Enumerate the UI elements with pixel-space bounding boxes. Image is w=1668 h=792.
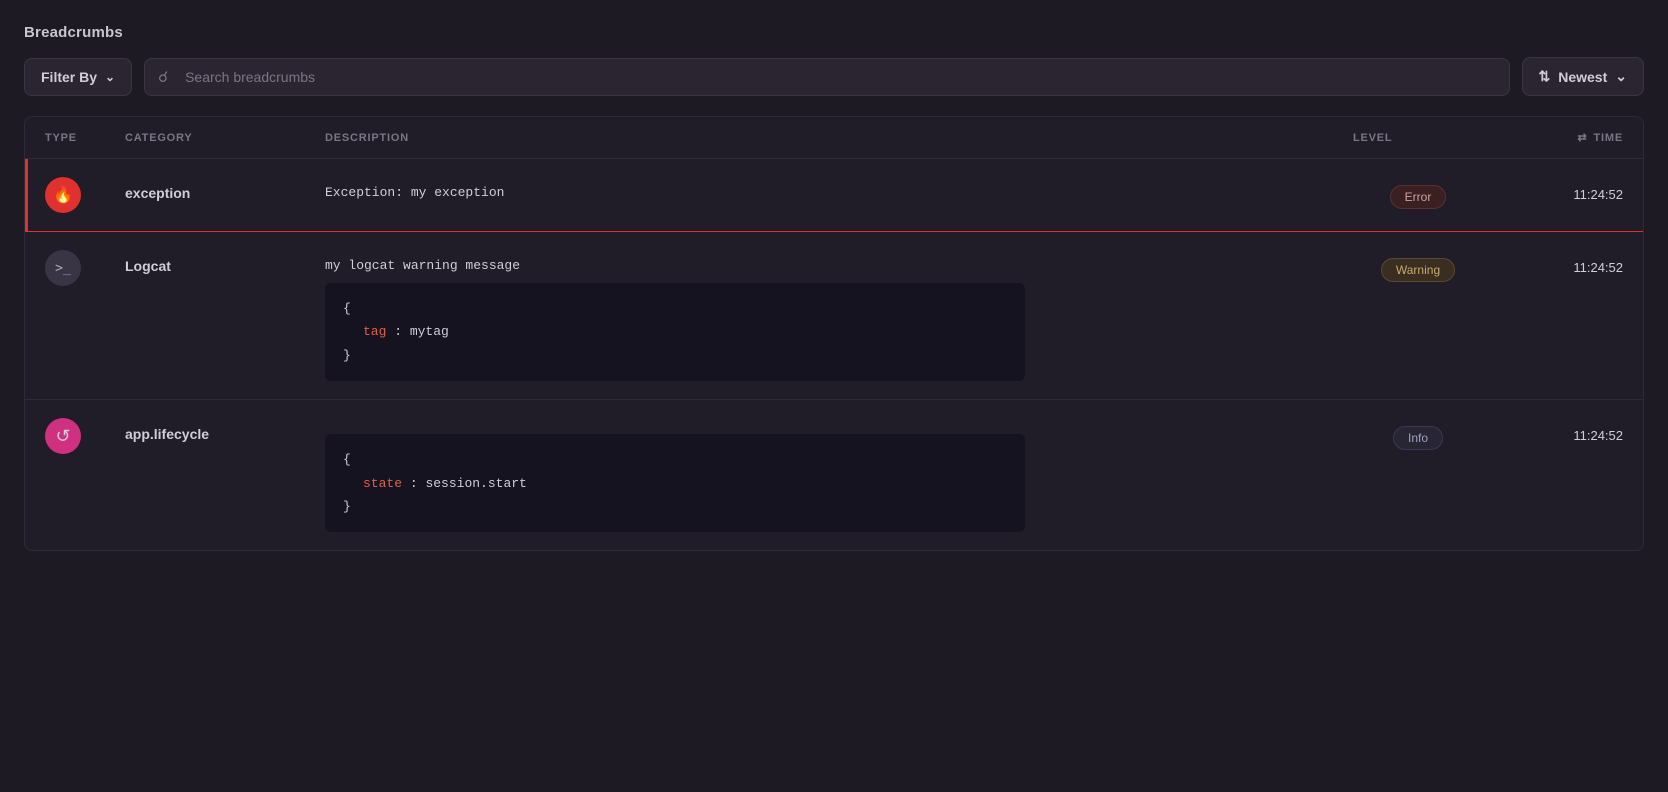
type-cell: >_ — [45, 250, 125, 286]
search-input[interactable] — [144, 58, 1509, 96]
filter-label: Filter By — [41, 69, 97, 85]
description-cell: my logcat warning message { tag : mytag … — [325, 250, 1353, 381]
table-row[interactable]: 🔥 exception Exception: my exception Erro… — [25, 159, 1643, 232]
chevron-down-icon: ⌄ — [105, 70, 115, 84]
logcat-icon: >_ — [45, 250, 81, 286]
status-badge: Error — [1390, 185, 1447, 209]
code-block: { state : session.start } — [325, 434, 1025, 532]
table-header: TYPE CATEGORY DESCRIPTION LEVEL ⇄ TIME — [25, 117, 1643, 159]
time-cell: 11:24:52 — [1483, 177, 1623, 202]
table-row[interactable]: ↺ app.lifecycle { state : session.start … — [25, 400, 1643, 550]
category-cell: app.lifecycle — [125, 418, 325, 442]
search-icon: ☌ — [158, 68, 168, 86]
col-header-time: ⇄ TIME — [1483, 131, 1623, 144]
description-cell: { state : session.start } — [325, 418, 1353, 532]
breadcrumbs-table: TYPE CATEGORY DESCRIPTION LEVEL ⇄ TIME 🔥… — [24, 116, 1644, 551]
col-header-level: LEVEL — [1353, 131, 1483, 144]
toolbar: Filter By ⌄ ☌ ⇅ Newest ⌄ — [24, 57, 1644, 96]
col-header-category: CATEGORY — [125, 131, 325, 144]
status-badge: Info — [1393, 426, 1443, 450]
description-text: my logcat warning message — [325, 258, 1353, 273]
level-cell: Warning — [1353, 250, 1483, 282]
col-header-type: TYPE — [45, 131, 125, 144]
description-text: Exception: my exception — [325, 185, 1353, 200]
level-cell: Info — [1353, 418, 1483, 450]
time-cell: 11:24:52 — [1483, 250, 1623, 275]
exception-icon: 🔥 — [45, 177, 81, 213]
code-block: { tag : mytag } — [325, 283, 1025, 381]
page-title: Breadcrumbs — [24, 24, 1644, 41]
category-cell: Logcat — [125, 250, 325, 274]
level-cell: Error — [1353, 177, 1483, 209]
filter-button[interactable]: Filter By ⌄ — [24, 58, 132, 96]
sort-button[interactable]: ⇅ Newest ⌄ — [1522, 57, 1645, 96]
time-sort-icon: ⇄ — [1577, 131, 1587, 144]
status-badge: Warning — [1381, 258, 1455, 282]
search-container: ☌ — [144, 58, 1509, 96]
sort-label: Newest — [1558, 69, 1607, 85]
type-cell: 🔥 — [45, 177, 125, 213]
category-cell: exception — [125, 177, 325, 201]
time-cell: 11:24:52 — [1483, 418, 1623, 443]
sort-icon: ⇅ — [1539, 68, 1551, 85]
lifecycle-icon: ↺ — [45, 418, 81, 454]
chevron-down-icon: ⌄ — [1615, 68, 1627, 85]
table-row[interactable]: >_ Logcat my logcat warning message { ta… — [25, 232, 1643, 400]
col-header-description: DESCRIPTION — [325, 131, 1353, 144]
type-cell: ↺ — [45, 418, 125, 454]
description-cell: Exception: my exception — [325, 177, 1353, 210]
